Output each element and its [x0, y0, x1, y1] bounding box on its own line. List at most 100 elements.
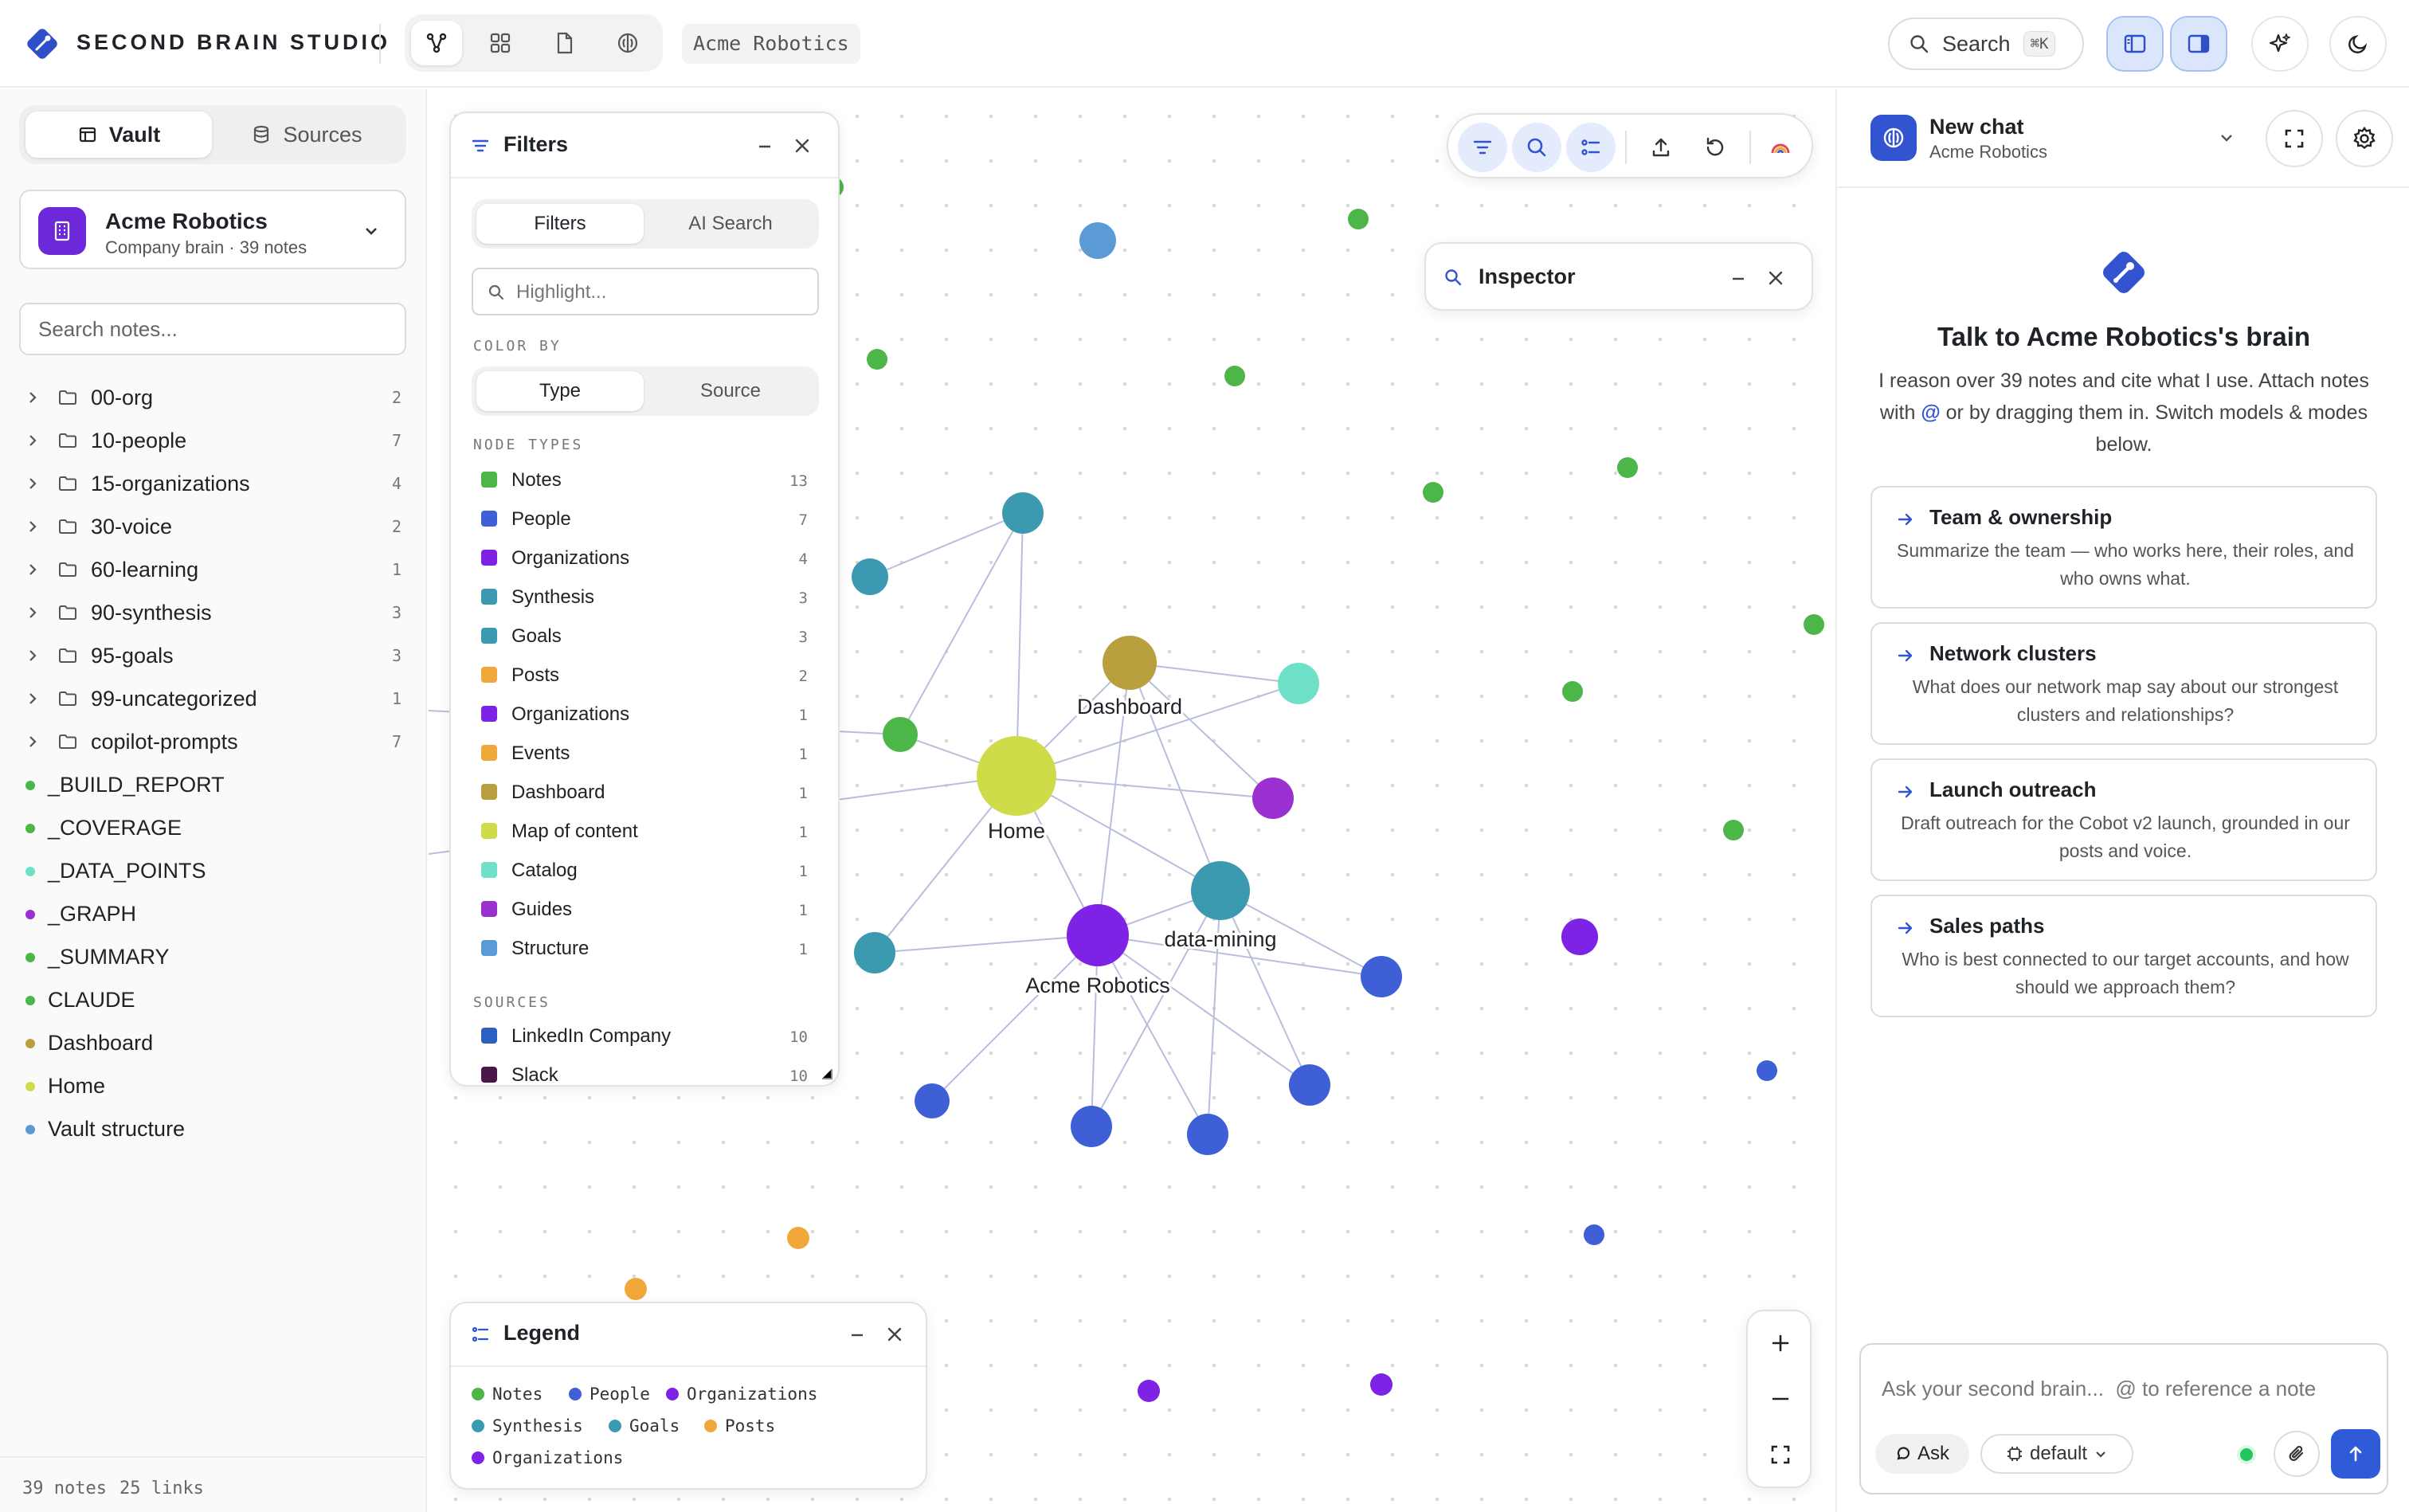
- file-item[interactable]: _SUMMARY: [0, 935, 427, 978]
- graph-node[interactable]: [1361, 956, 1402, 997]
- suggestion-card[interactable]: Team & ownership Summarize the team — who…: [1870, 486, 2377, 609]
- tab-sources[interactable]: Sources: [213, 112, 400, 158]
- node-type-row[interactable]: Guides 1: [472, 890, 819, 929]
- graph-node[interactable]: [1584, 1224, 1604, 1245]
- tab-ai-search[interactable]: AI Search: [647, 204, 814, 244]
- file-item[interactable]: Dashboard: [0, 1021, 427, 1064]
- graph-node[interactable]: [915, 1083, 950, 1118]
- graph-node[interactable]: [1561, 919, 1598, 955]
- highlight-input[interactable]: [516, 277, 811, 307]
- graph-node[interactable]: [625, 1278, 647, 1300]
- graph-node[interactable]: [1002, 492, 1044, 534]
- minimize-icon[interactable]: [755, 137, 774, 156]
- toggle-left-panel-button[interactable]: [2106, 16, 2164, 72]
- workspace-switcher[interactable]: Acme Robotics Company brain · 39 notes: [19, 190, 406, 269]
- document-view-button[interactable]: [539, 21, 590, 65]
- file-item[interactable]: CLAUDE: [0, 978, 427, 1021]
- node-type-row[interactable]: Synthesis 3: [472, 578, 819, 617]
- zoom-out-button[interactable]: [1757, 1375, 1804, 1423]
- chevron-down-icon[interactable]: [2218, 129, 2235, 147]
- graph-node[interactable]: [1071, 1106, 1112, 1147]
- graph-node[interactable]: [854, 932, 895, 973]
- graph-node[interactable]: [1757, 1060, 1777, 1081]
- node-type-row[interactable]: Dashboard 1: [472, 773, 819, 812]
- graph-view-button[interactable]: [411, 21, 462, 65]
- graph-node[interactable]: [1723, 820, 1744, 840]
- node-type-row[interactable]: Events 1: [472, 734, 819, 773]
- graph-node[interactable]: [787, 1227, 809, 1249]
- node-type-row[interactable]: Map of content 1: [472, 812, 819, 851]
- graph-node[interactable]: [1278, 663, 1319, 704]
- reset-layout-button[interactable]: [1690, 123, 1740, 172]
- file-item[interactable]: _GRAPH: [0, 892, 427, 935]
- suggestion-card[interactable]: Launch outreach Draft outreach for the Co…: [1870, 758, 2377, 881]
- suggestion-card[interactable]: Network clusters What does our network ma…: [1870, 622, 2377, 745]
- graph-node[interactable]: [1804, 614, 1824, 635]
- legend-toggle-button[interactable]: [1566, 123, 1616, 172]
- close-icon[interactable]: [1765, 268, 1786, 288]
- node-type-row[interactable]: Structure 1: [472, 929, 819, 968]
- folder-item[interactable]: 30-voice 2: [0, 505, 427, 548]
- theme-toggle-button[interactable]: [2329, 16, 2387, 72]
- file-item[interactable]: _COVERAGE: [0, 806, 427, 849]
- graph-node[interactable]: [1423, 482, 1443, 503]
- minimize-icon[interactable]: [848, 1326, 867, 1345]
- folder-item[interactable]: 90-synthesis 3: [0, 591, 427, 634]
- expand-chat-button[interactable]: [2266, 110, 2323, 167]
- graph-node[interactable]: [1562, 681, 1583, 702]
- graph-node[interactable]: [1370, 1373, 1393, 1396]
- folder-item[interactable]: copilot-prompts 7: [0, 720, 427, 763]
- filter-toggle-button[interactable]: [1458, 123, 1507, 172]
- graph-node[interactable]: [1289, 1064, 1330, 1106]
- zoom-in-button[interactable]: [1757, 1319, 1804, 1367]
- chat-input[interactable]: [1882, 1369, 2368, 1408]
- file-item[interactable]: _BUILD_REPORT: [0, 763, 427, 806]
- source-row[interactable]: LinkedIn Company 10: [472, 1016, 819, 1056]
- folder-item[interactable]: 95-goals 3: [0, 634, 427, 677]
- graph-node[interactable]: [867, 349, 887, 370]
- node-type-row[interactable]: Posts 2: [472, 656, 819, 695]
- file-item[interactable]: Vault structure: [0, 1107, 427, 1150]
- chat-settings-button[interactable]: [2336, 110, 2393, 167]
- color-by-type[interactable]: Type: [476, 371, 644, 411]
- global-search-button[interactable]: Search ⌘K: [1888, 18, 2084, 70]
- folder-item[interactable]: 00-org 2: [0, 376, 427, 419]
- grid-view-button[interactable]: [475, 21, 526, 65]
- color-scheme-button[interactable]: [1756, 123, 1805, 172]
- model-select[interactable]: default: [1980, 1434, 2133, 1474]
- node-type-row[interactable]: Organizations 4: [472, 539, 819, 578]
- graph-node[interactable]: [977, 736, 1056, 816]
- fit-view-button[interactable]: [1757, 1431, 1804, 1479]
- folder-item[interactable]: 60-learning 1: [0, 548, 427, 591]
- folder-item[interactable]: 10-people 7: [0, 419, 427, 462]
- graph-node[interactable]: [1187, 1114, 1228, 1155]
- graph-node[interactable]: [1224, 366, 1245, 386]
- resize-handle-icon[interactable]: [819, 1066, 833, 1080]
- file-item[interactable]: Home: [0, 1064, 427, 1107]
- folder-item[interactable]: 99-uncategorized 1: [0, 677, 427, 720]
- node-type-row[interactable]: People 7: [472, 499, 819, 539]
- graph-node[interactable]: [1138, 1380, 1160, 1402]
- toggle-right-panel-button[interactable]: [2170, 16, 2227, 72]
- close-icon[interactable]: [792, 135, 813, 156]
- color-by-source[interactable]: Source: [647, 371, 814, 411]
- graph-node[interactable]: [852, 558, 888, 595]
- graph-node[interactable]: [1103, 636, 1157, 690]
- node-type-row[interactable]: Notes 13: [472, 460, 819, 499]
- mode-ask-button[interactable]: Ask: [1875, 1434, 1969, 1474]
- node-type-row[interactable]: Catalog 1: [472, 851, 819, 890]
- attach-button[interactable]: [2274, 1431, 2320, 1477]
- graph-node[interactable]: [1617, 457, 1638, 478]
- node-type-row[interactable]: Organizations 1: [472, 695, 819, 734]
- graph-node[interactable]: [883, 717, 918, 752]
- search-toggle-button[interactable]: [1512, 123, 1561, 172]
- node-type-row[interactable]: Goals 3: [472, 617, 819, 656]
- file-item[interactable]: _DATA_POINTS: [0, 849, 427, 892]
- graph-node[interactable]: [1348, 209, 1369, 229]
- export-button[interactable]: [1636, 123, 1686, 172]
- close-icon[interactable]: [884, 1324, 905, 1345]
- folder-item[interactable]: 15-organizations 4: [0, 462, 427, 505]
- tab-filters[interactable]: Filters: [476, 204, 644, 244]
- graph-node[interactable]: [1067, 904, 1129, 966]
- suggestion-card[interactable]: Sales paths Who is best connected to our …: [1870, 895, 2377, 1017]
